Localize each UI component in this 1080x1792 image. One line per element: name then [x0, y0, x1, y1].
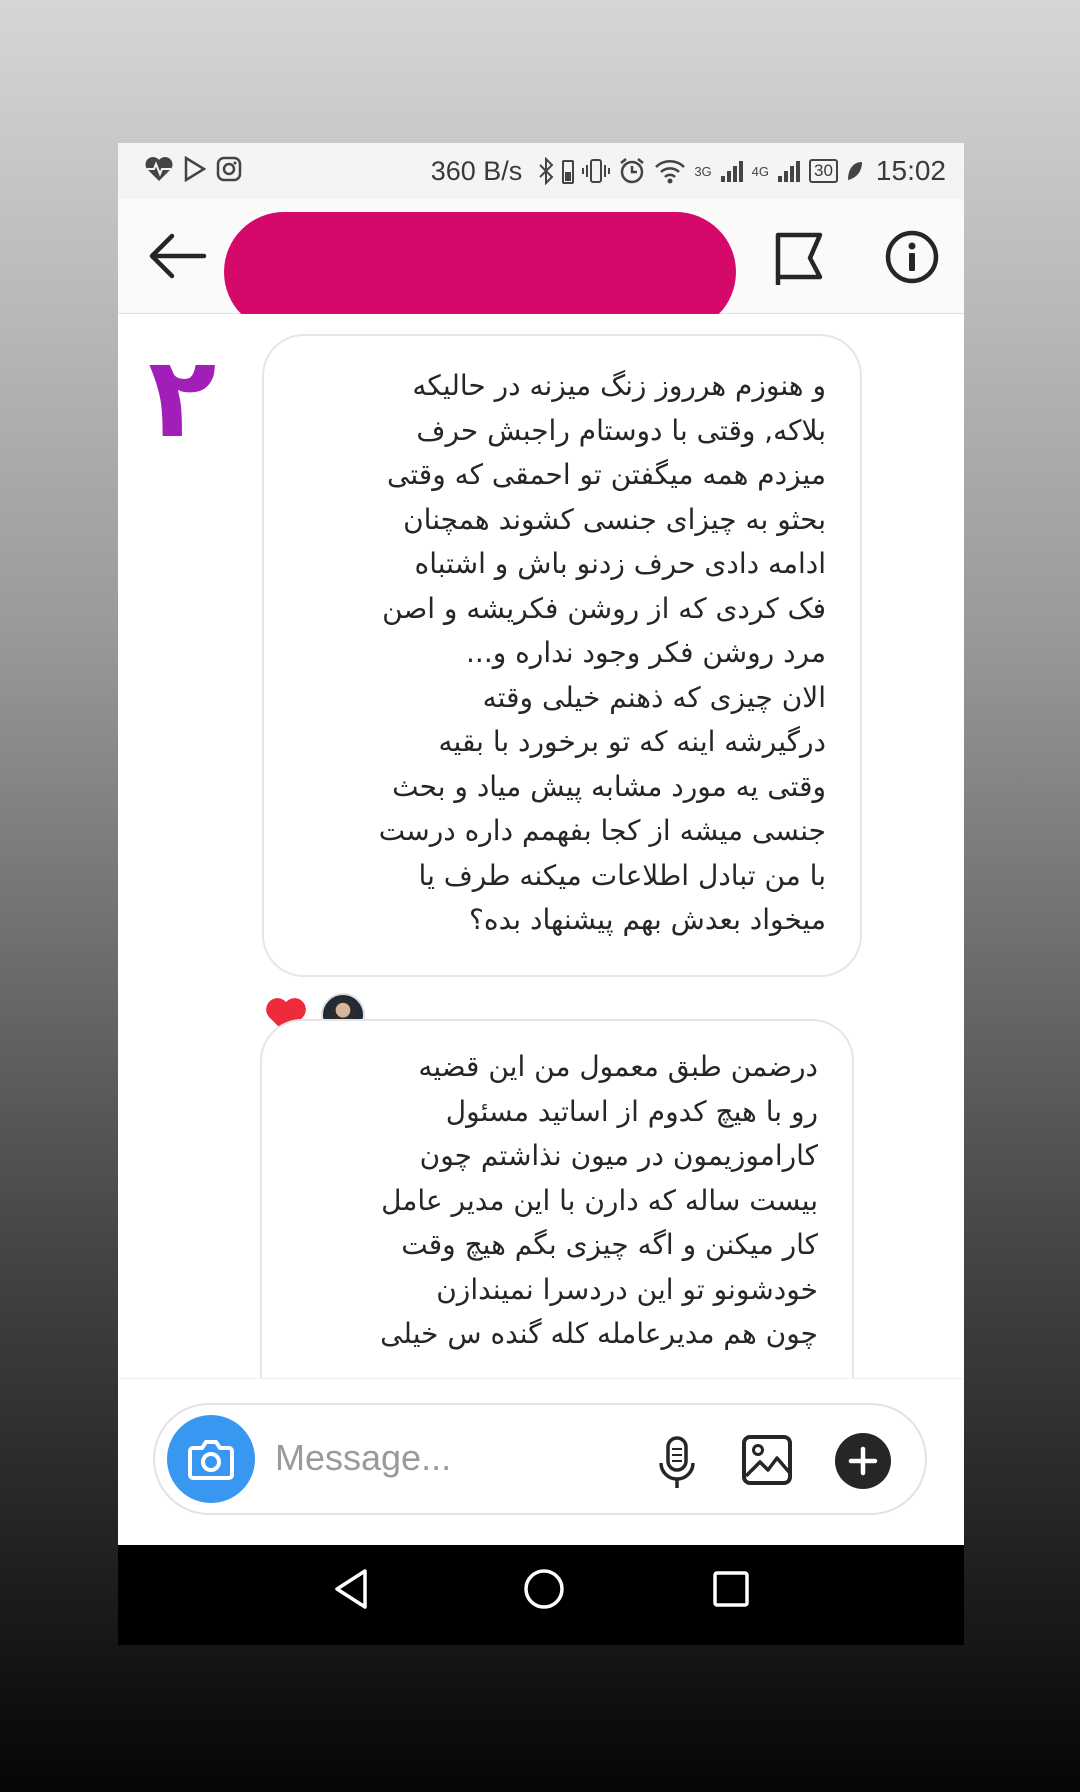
plus-icon: [848, 1446, 878, 1476]
status-right: 360 B/s 3G 4G 30 15:02: [431, 143, 946, 199]
wifi-icon: [655, 160, 686, 184]
composer-area: [118, 1378, 964, 1515]
network-3g-label: 3G: [694, 163, 712, 179]
signal-3g-icon: [720, 161, 743, 182]
gallery-icon[interactable]: [741, 1434, 793, 1486]
camera-button[interactable]: [167, 1415, 255, 1503]
chat-header: [118, 199, 964, 332]
message-thread[interactable]: ۲ و هنوزم هرروز زنگ میزنه در حالیکه بلاک…: [118, 314, 964, 1378]
page-number-annotation: ۲: [148, 333, 217, 463]
phone-screen: 360 B/s 3G 4G 30 15:02 ۲ و هنوزم هرروز ز…: [118, 143, 964, 1645]
play-store-icon: [184, 156, 206, 182]
heart-pulse-icon: [145, 157, 173, 181]
network-4g-label: 4G: [751, 163, 769, 179]
vibrate-icon: [582, 159, 611, 183]
instagram-icon: [216, 156, 242, 182]
status-left-icons: [144, 155, 242, 183]
nav-recents-icon[interactable]: [711, 1569, 751, 1609]
camera-icon: [188, 1440, 234, 1480]
nav-back-icon[interactable]: [331, 1567, 371, 1611]
message-bubble[interactable]: و هنوزم هرروز زنگ میزنه در حالیکه بلاکه,…: [262, 334, 862, 977]
status-bar: 360 B/s 3G 4G 30 15:02: [118, 143, 964, 199]
battery-indicator: 30: [809, 159, 838, 183]
android-nav-bar: [118, 1545, 964, 1645]
net-speed: 360 B/s: [430, 155, 523, 186]
back-arrow-icon[interactable]: [146, 231, 208, 281]
message-bubble[interactable]: درضمن طبق معمول من این قضیه رو با هیچ کد…: [260, 1019, 854, 1378]
signal-4g-icon: [778, 161, 800, 182]
message-composer: [153, 1403, 927, 1515]
clock: 15:02: [875, 155, 946, 186]
bluetooth-icon: [539, 157, 554, 185]
message-input[interactable]: [273, 1427, 577, 1489]
alarm-icon: [620, 158, 645, 184]
leaf-icon: [847, 162, 862, 180]
flag-icon[interactable]: [773, 229, 825, 287]
microphone-icon[interactable]: [655, 1435, 699, 1491]
info-icon[interactable]: [884, 229, 940, 285]
add-button[interactable]: [835, 1433, 891, 1489]
battery-small-icon: [562, 160, 575, 184]
nav-home-icon[interactable]: [522, 1567, 566, 1611]
